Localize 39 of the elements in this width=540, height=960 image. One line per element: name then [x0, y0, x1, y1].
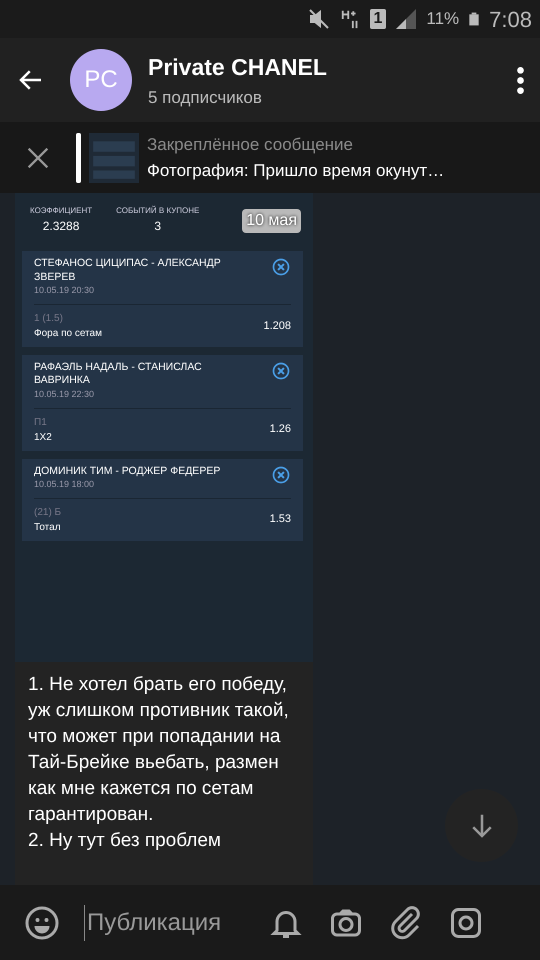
stat-label: СОБЫТИЙ В КУПОНЕ: [116, 205, 200, 217]
event-title: РАФАЭЛЬ НАДАЛЬ - СТАНИСЛАС ВАВРИНКА: [34, 360, 203, 388]
channel-avatar: PC: [70, 49, 132, 111]
pinned-label: Закреплённое сообщение: [147, 134, 354, 156]
subscriber-count: 5 подписчиков: [148, 86, 263, 108]
event-time: 10.05.19 20:30: [34, 284, 96, 298]
stat-value: 3: [153, 218, 162, 235]
remove-icon: [271, 360, 291, 381]
channel-title: Private CHANEL: [148, 53, 328, 82]
event-odds: 1.26: [270, 422, 291, 438]
menu-button[interactable]: [517, 66, 524, 94]
event-market: 1Х2: [34, 430, 52, 445]
stat-label: КОЭФФИЦИЕНТ: [30, 205, 92, 217]
event-odds: 1.208: [263, 318, 291, 334]
event-time: 10.05.19 22:30: [34, 388, 96, 402]
more-icon: [517, 66, 524, 94]
event-title: ДОМИНИК ТИМ - РОДЖЕР ФЕДЕРЕР: [34, 464, 220, 478]
date-badge: 10 мая: [242, 209, 301, 233]
emoji-button[interactable]: [24, 904, 60, 940]
signal-icon: [394, 7, 418, 31]
remove-icon: [271, 257, 291, 277]
clock: 7:08: [489, 6, 532, 34]
event-outcome: П1: [34, 416, 48, 430]
remove-icon: [271, 464, 291, 485]
smiley-icon: [24, 904, 60, 940]
message-text: 2. Ну тут без проблем: [28, 829, 222, 853]
event-time: 10.05.19 18:00: [34, 478, 96, 492]
stat-value: 2.3288: [42, 218, 80, 235]
message-input[interactable]: Публикация: [84, 904, 244, 940]
pinned-text[interactable]: Фотография: Пришло время окунут…: [147, 158, 444, 183]
event-outcome: 1 (1.5): [34, 312, 64, 326]
event-market: Тотал: [34, 520, 62, 535]
message-text: 1. Не хотел брать его победу, уж слишком противник такой, что может при попадании на Тай-Брейке вьебать, размен как мне кажется по сетам гарантирован.: [28, 673, 290, 827]
event-title: СТЕФАНОС ЦИЦИПАС - АЛЕКСАНДР ЗВЕРЕВ: [34, 257, 222, 284]
battery-level: 11%: [426, 8, 460, 30]
sim-icon: 1: [370, 9, 386, 29]
event-odds: 1.53: [270, 512, 291, 528]
event-market: Фора по сетам: [34, 326, 102, 341]
event-outcome: (21) Б: [34, 506, 62, 520]
